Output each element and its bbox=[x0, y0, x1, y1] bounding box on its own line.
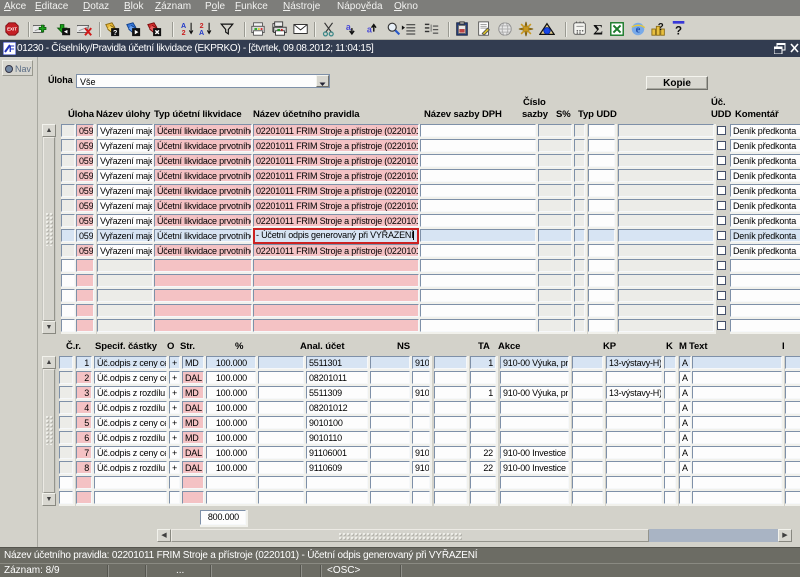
svg-text:a: a bbox=[367, 25, 372, 35]
svg-text:e: e bbox=[636, 25, 641, 36]
svg-text:EXIT: EXIT bbox=[7, 27, 17, 32]
svg-text:?: ? bbox=[658, 22, 664, 33]
svg-text:Σ: Σ bbox=[593, 22, 603, 37]
svg-text:?: ? bbox=[113, 29, 117, 37]
svg-text:A: A bbox=[199, 29, 204, 37]
svg-text:a: a bbox=[346, 22, 351, 32]
svg-text:F: F bbox=[9, 44, 15, 54]
svg-text:2: 2 bbox=[182, 29, 186, 37]
svg-text:?: ? bbox=[675, 25, 682, 37]
